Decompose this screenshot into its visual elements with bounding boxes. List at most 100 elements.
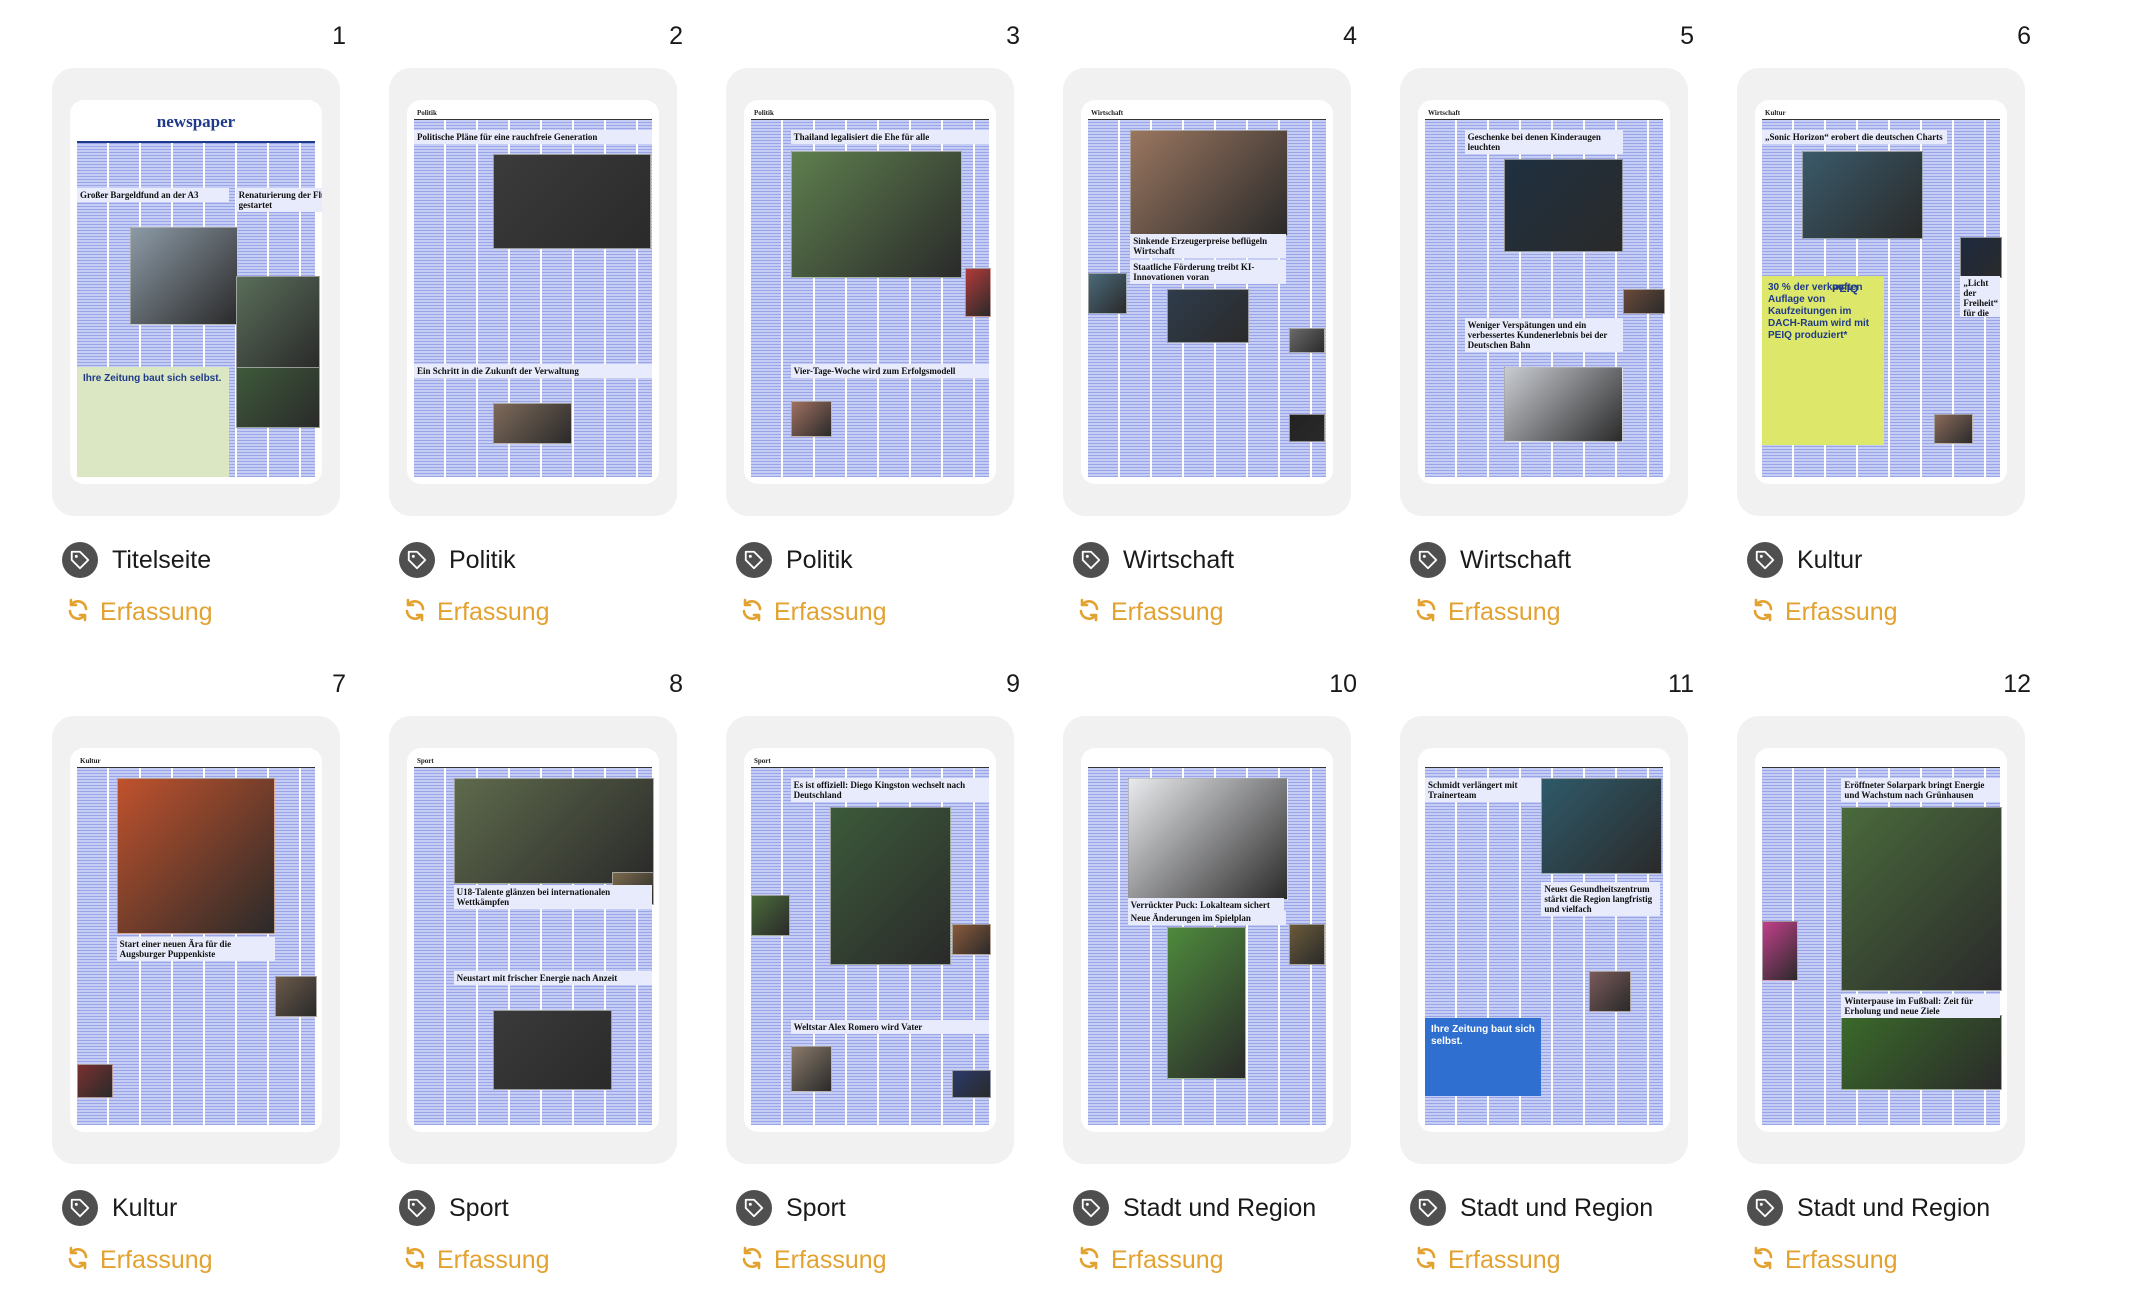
page-thumbnail-card[interactable]: Schmidt verlängert mit Trainerteam Neues … bbox=[1400, 716, 1688, 1164]
refresh-icon bbox=[66, 598, 90, 627]
article-photo bbox=[1127, 778, 1289, 900]
status-button[interactable]: Erfassung bbox=[66, 598, 213, 627]
article-headline: „Sonic Horizon“ erobert die deutschen Ch… bbox=[1762, 130, 1948, 145]
article-photo bbox=[1841, 807, 2002, 991]
category-tag[interactable]: Stadt und Region bbox=[1410, 1190, 1653, 1226]
page-thumbnail-card[interactable]: Sport Es ist offiziell: Diego Kingston we… bbox=[726, 716, 1014, 1164]
refresh-icon bbox=[1751, 598, 1775, 627]
page-thumbnail-card[interactable]: Sport U18-Talente glänzen bei internation… bbox=[389, 716, 677, 1164]
section-name: Politik bbox=[754, 109, 774, 117]
page-tile[interactable]: 10 Verrückter Puck: Lokalteam sichert si… bbox=[1063, 662, 1357, 1310]
category-label: Stadt und Region bbox=[1797, 1193, 1991, 1222]
page-thumbnail-card[interactable]: Politik Thailand legalisiert die Ehe für … bbox=[726, 68, 1014, 516]
article-headline: Schmidt verlängert mit Trainerteam bbox=[1425, 778, 1542, 803]
page-number: 3 bbox=[1006, 22, 1020, 50]
refresh-icon bbox=[1077, 598, 1101, 627]
page-tile[interactable]: 1 newspaper Großer Bargeldfund an der A3 R… bbox=[52, 14, 346, 662]
page-number: 11 bbox=[1668, 670, 1694, 698]
status-button[interactable]: Erfassung bbox=[403, 598, 550, 627]
status-button[interactable]: Erfassung bbox=[1077, 1246, 1224, 1275]
status-button[interactable]: Erfassung bbox=[740, 1246, 887, 1275]
page-tile[interactable]: 6 Kultur „Sonic Horizon“ erobert die deut… bbox=[1737, 14, 2031, 662]
page-tile[interactable]: 8 Sport U18-Talente glänzen bei internati… bbox=[389, 662, 683, 1310]
page-tile[interactable]: 7 Kultur Start einer neuen Ära für die Au… bbox=[52, 662, 346, 1310]
page-tile[interactable]: 11 Schmidt verlängert mit Trainerteam Neu… bbox=[1400, 662, 1694, 1310]
status-label: Erfassung bbox=[1448, 1246, 1561, 1274]
page-header: Politik bbox=[751, 107, 989, 120]
page-tile[interactable]: 4 Wirtschaft Sinkende Erzeugerpreise befl… bbox=[1063, 14, 1357, 662]
page-thumbnail[interactable]: Wirtschaft Sinkende Erzeugerpreise beflüg… bbox=[1081, 100, 1333, 484]
page-thumbnail[interactable]: newspaper Großer Bargeldfund an der A3 Ren… bbox=[70, 100, 322, 484]
page-number: 2 bbox=[669, 22, 683, 50]
article-photo bbox=[493, 1009, 612, 1090]
category-tag[interactable]: Politik bbox=[736, 542, 853, 578]
page-thumbnail-card[interactable]: Politik Politische Pläne für eine rauchfr… bbox=[389, 68, 677, 516]
category-tag[interactable]: Titelseite bbox=[62, 542, 211, 578]
page-thumbnail[interactable]: Politik Politische Pläne für eine rauchfr… bbox=[407, 100, 659, 484]
page-grid: 1 newspaper Großer Bargeldfund an der A3 R… bbox=[52, 14, 2122, 1310]
article-photo bbox=[235, 276, 320, 369]
page-thumbnail-card[interactable]: Kultur Start einer neuen Ära für die Augs… bbox=[52, 716, 340, 1164]
page-thumbnail-card[interactable]: newspaper Großer Bargeldfund an der A3 Ren… bbox=[52, 68, 340, 516]
page-thumbnail[interactable]: Wirtschaft Geschenke bei denen Kinderauge… bbox=[1418, 100, 1670, 484]
page-thumbnail[interactable]: Verrückter Puck: Lokalteam sichert sich … bbox=[1081, 748, 1333, 1132]
category-tag[interactable]: Stadt und Region bbox=[1747, 1190, 1990, 1226]
status-button[interactable]: Erfassung bbox=[66, 1246, 213, 1275]
category-tag[interactable]: Wirtschaft bbox=[1073, 542, 1234, 578]
page-tile[interactable]: 9 Sport Es ist offiziell: Diego Kingston … bbox=[726, 662, 1020, 1310]
status-button[interactable]: Erfassung bbox=[403, 1246, 550, 1275]
article-photo bbox=[951, 924, 991, 955]
page-tile[interactable]: 5 Wirtschaft Geschenke bei denen Kinderau… bbox=[1400, 14, 1694, 662]
status-button[interactable]: Erfassung bbox=[740, 598, 887, 627]
category-label: Wirtschaft bbox=[1460, 545, 1572, 574]
article-photo bbox=[1541, 778, 1663, 874]
page-thumbnail[interactable]: Schmidt verlängert mit Trainerteam Neues … bbox=[1418, 748, 1670, 1132]
category-label: Titelseite bbox=[112, 545, 212, 574]
article-headline: Weltstar Alex Romero wird Vater bbox=[790, 1020, 989, 1035]
page-tile[interactable]: 3 Politik Thailand legalisiert die Ehe fü… bbox=[726, 14, 1020, 662]
section-name: Politik bbox=[417, 109, 437, 117]
category-tag[interactable]: Sport bbox=[399, 1190, 509, 1226]
status-button[interactable]: Erfassung bbox=[1414, 598, 1561, 627]
page-thumbnail[interactable]: Politik Thailand legalisiert die Ehe für … bbox=[744, 100, 996, 484]
article-photo bbox=[1504, 367, 1623, 442]
category-tag[interactable]: Politik bbox=[399, 542, 516, 578]
status-button[interactable]: Erfassung bbox=[1751, 598, 1898, 627]
article-headline: Vier-Tage-Woche wird zum Erfolgsmodell bbox=[790, 364, 989, 379]
category-tag[interactable]: Wirtschaft bbox=[1410, 542, 1571, 578]
newspaper-page-preview: Politik Politische Pläne für eine rauchfr… bbox=[414, 107, 652, 477]
article-photo bbox=[1623, 289, 1665, 315]
page-header: Sport bbox=[414, 755, 652, 768]
status-button[interactable]: Erfassung bbox=[1751, 1246, 1898, 1275]
page-thumbnail-card[interactable]: Verrückter Puck: Lokalteam sichert sich … bbox=[1063, 716, 1351, 1164]
page-thumbnail[interactable]: Sport U18-Talente glänzen bei internation… bbox=[407, 748, 659, 1132]
tag-icon bbox=[736, 542, 772, 578]
category-tag[interactable]: Stadt und Region bbox=[1073, 1190, 1316, 1226]
article-photo bbox=[1762, 921, 1799, 981]
article-photo bbox=[116, 778, 275, 934]
newspaper-page-preview: Schmidt verlängert mit Trainerteam Neues … bbox=[1425, 755, 1663, 1125]
refresh-icon bbox=[1414, 598, 1438, 627]
page-thumbnail[interactable]: Eröffneter Solarpark bringt Energie und … bbox=[1755, 748, 2007, 1132]
page-tile[interactable]: 12 Eröffneter Solarpark bringt Energie u… bbox=[1737, 662, 2031, 1310]
page-thumbnail-card[interactable]: Kultur „Sonic Horizon“ erobert die deutsc… bbox=[1737, 68, 2025, 516]
page-number: 10 bbox=[1329, 670, 1357, 698]
page-thumbnail-card[interactable]: Wirtschaft Sinkende Erzeugerpreise beflüg… bbox=[1063, 68, 1351, 516]
page-thumbnail[interactable]: Kultur Start einer neuen Ära für die Augs… bbox=[70, 748, 322, 1132]
article-headline: U18-Talente glänzen bei internationalen … bbox=[453, 885, 652, 909]
newspaper-page-preview: Kultur Start einer neuen Ära für die Augs… bbox=[77, 755, 317, 1125]
page-tile[interactable]: 2 Politik Politische Pläne für eine rauch… bbox=[389, 14, 683, 662]
category-tag[interactable]: Kultur bbox=[1747, 542, 1862, 578]
category-label: Sport bbox=[786, 1193, 846, 1222]
article-headline: Weniger Verspätungen und ein verbesserte… bbox=[1464, 317, 1624, 352]
article-photo bbox=[751, 895, 791, 937]
category-tag[interactable]: Sport bbox=[736, 1190, 846, 1226]
page-thumbnail[interactable]: Kultur „Sonic Horizon“ erobert die deutsc… bbox=[1755, 100, 2007, 484]
status-button[interactable]: Erfassung bbox=[1414, 1246, 1561, 1275]
page-thumbnail-card[interactable]: Eröffneter Solarpark bringt Energie und … bbox=[1737, 716, 2025, 1164]
newspaper-page-preview: Eröffneter Solarpark bringt Energie und … bbox=[1762, 755, 2002, 1125]
category-tag[interactable]: Kultur bbox=[62, 1190, 177, 1226]
page-thumbnail-card[interactable]: Wirtschaft Geschenke bei denen Kinderauge… bbox=[1400, 68, 1688, 516]
status-button[interactable]: Erfassung bbox=[1077, 598, 1224, 627]
page-thumbnail[interactable]: Sport Es ist offiziell: Diego Kingston we… bbox=[744, 748, 996, 1132]
